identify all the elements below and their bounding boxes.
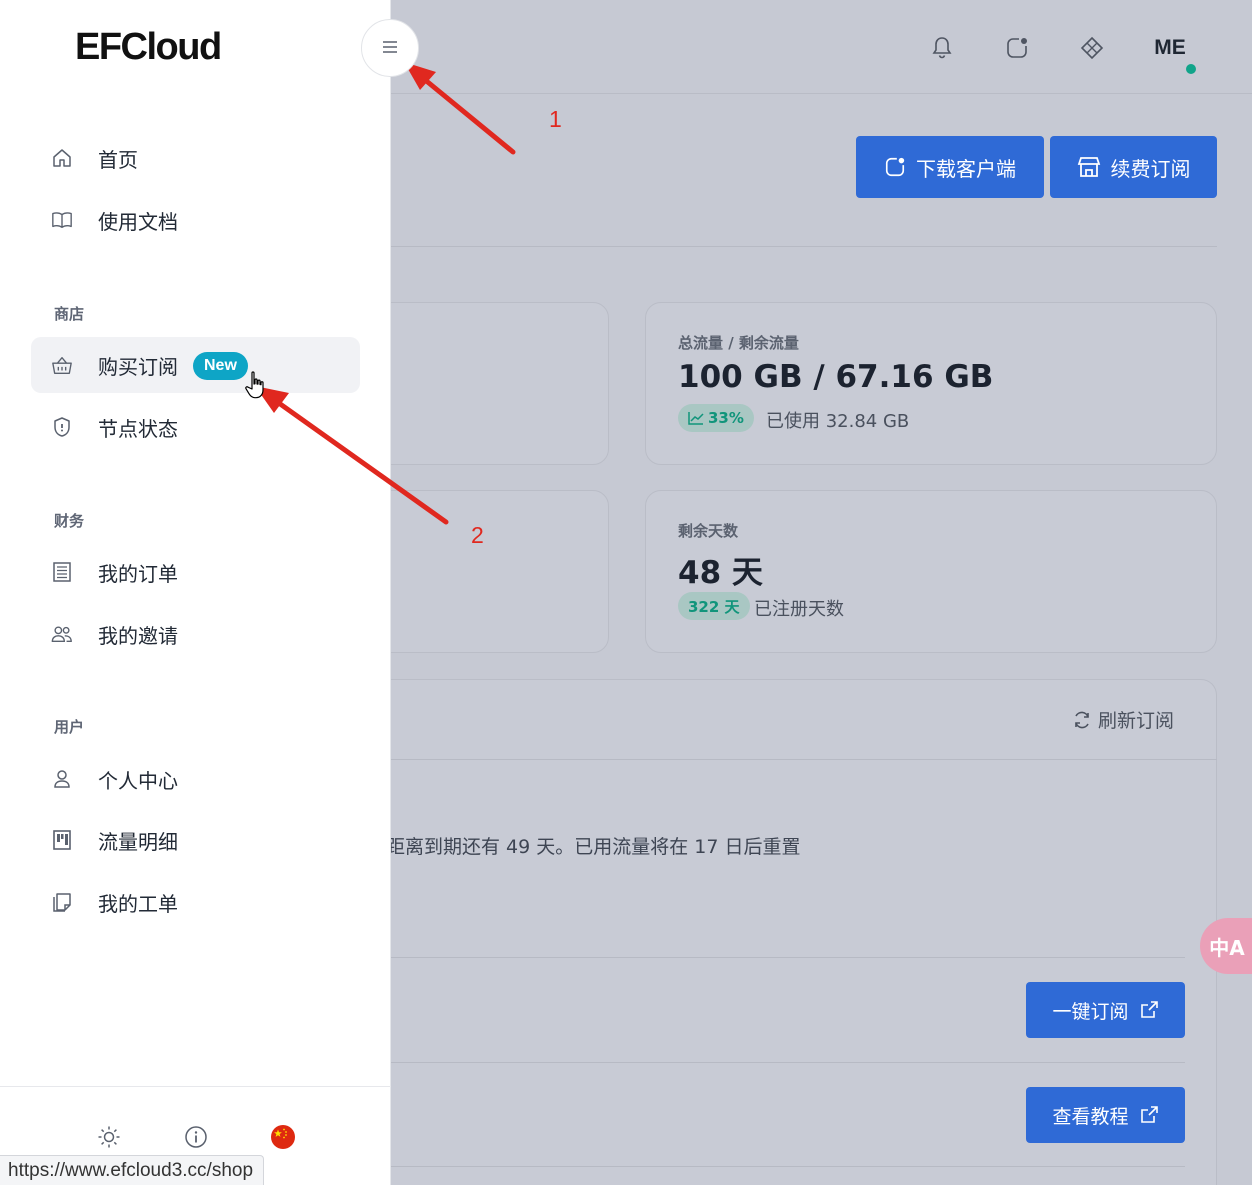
traffic-used: 已使用 32.84 GB <box>766 411 910 432</box>
sidebar-item-my-invites[interactable]: 我的邀请 <box>31 606 360 662</box>
basket-icon <box>51 354 73 376</box>
sidebar-item-home[interactable]: 首页 <box>31 130 360 186</box>
sidebar-item-label: 使用文档 <box>98 210 178 234</box>
sidebar-item-node-status[interactable]: 节点状态 <box>31 399 360 455</box>
ticket-icon <box>51 891 73 913</box>
status-bar-url: https://www.efcloud3.cc/shop <box>0 1155 265 1185</box>
download-client-button[interactable]: 下载客户端 <box>856 136 1044 198</box>
section-title-store: 商店 <box>54 305 85 323</box>
tutorial-label: 查看教程 <box>1052 1105 1129 1128</box>
panel-divider <box>391 957 1185 958</box>
sidebar-item-label: 首页 <box>98 148 138 172</box>
usage-percent: 33% <box>708 409 744 427</box>
receipt-icon <box>51 561 73 583</box>
days-value: 48 天 <box>678 555 763 591</box>
divider <box>391 246 1217 247</box>
refresh-icon <box>1075 711 1089 728</box>
traffic-value: 100 GB / 67.16 GB <box>678 359 994 395</box>
online-status-dot <box>1184 62 1198 76</box>
traffic-card: 总流量 / 剩余流量 100 GB / 67.16 GB 33% 已使用 32.… <box>645 302 1217 465</box>
sidebar: EFCloud 首页 使用文档 商店 购买订阅 New 节点状态 财务 我的订单 <box>0 0 391 1185</box>
download-client-label: 下载客户端 <box>916 156 1016 181</box>
one-click-label: 一键订阅 <box>1052 1000 1129 1023</box>
stat-card-partial <box>370 302 609 465</box>
sidebar-item-buy-subscription[interactable]: 购买订阅 New <box>31 337 360 393</box>
book-icon <box>51 209 73 231</box>
store-icon <box>1077 157 1100 177</box>
external-link-icon <box>1140 1001 1158 1018</box>
sidebar-item-traffic-details[interactable]: 流量明细 <box>31 812 360 868</box>
translate-button[interactable]: 中A <box>1200 918 1252 974</box>
sidebar-footer-divider <box>0 1086 391 1087</box>
china-flag-icon[interactable] <box>270 1124 296 1150</box>
home-icon <box>51 147 73 169</box>
external-link-icon <box>1140 1106 1158 1123</box>
renew-subscription-button[interactable]: 续费订阅 <box>1050 136 1217 198</box>
sidebar-item-my-orders[interactable]: 我的订单 <box>31 544 360 600</box>
sun-icon[interactable] <box>96 1124 122 1150</box>
panel-divider <box>391 1062 1185 1063</box>
refresh-label: 刷新订阅 <box>1098 710 1175 732</box>
info-icon[interactable] <box>183 1124 209 1150</box>
hamburger-icon <box>381 39 399 58</box>
days-card: 剩余天数 48 天 322 天 已注册天数 <box>645 490 1217 653</box>
sidebar-item-label: 购买订阅 <box>98 355 178 379</box>
refresh-subscription-button[interactable]: 刷新订阅 <box>1072 706 1174 733</box>
panel-divider <box>391 759 1217 760</box>
sidebar-item-profile[interactable]: 个人中心 <box>31 751 360 807</box>
trend-icon <box>688 412 704 425</box>
logo[interactable]: EFCloud <box>75 26 222 69</box>
sidebar-item-label: 个人中心 <box>98 769 178 793</box>
renew-subscription-label: 续费订阅 <box>1110 156 1191 181</box>
hand-cursor-icon <box>245 371 264 399</box>
registered-days-badge: 322 天 <box>678 592 750 620</box>
traffic-label: 总流量 / 剩余流量 <box>678 334 799 352</box>
sidebar-item-label: 我的订单 <box>98 562 178 586</box>
annotation-label-2: 2 <box>471 522 484 548</box>
sidebar-item-label: 我的工单 <box>98 892 178 916</box>
app-download-icon <box>885 157 905 177</box>
one-click-subscribe-button[interactable]: 一键订阅 <box>1026 982 1185 1038</box>
annotation-label-1: 1 <box>549 106 562 132</box>
sidebar-item-my-tickets[interactable]: 我的工单 <box>31 874 360 930</box>
users-icon <box>51 623 73 645</box>
sidebar-item-label: 节点状态 <box>98 417 178 441</box>
bell-icon[interactable] <box>927 33 957 63</box>
panel-divider <box>391 1166 1185 1167</box>
app-download-icon[interactable] <box>1002 33 1032 63</box>
diamond-icon[interactable] <box>1077 33 1107 63</box>
days-label: 剩余天数 <box>678 522 739 540</box>
avatar[interactable]: ME <box>1146 30 1194 66</box>
sidebar-item-docs[interactable]: 使用文档 <box>31 192 360 248</box>
usage-percent-badge: 33% <box>678 404 754 432</box>
sidebar-item-label: 流量明细 <box>98 830 178 854</box>
new-badge: New <box>193 352 248 380</box>
expiry-info: 距离到期还有 49 天。已用流量将在 17 日后重置 <box>386 836 801 858</box>
user-icon <box>51 768 73 790</box>
registered-days-label: 已注册天数 <box>754 599 844 620</box>
registered-days: 322 天 <box>688 597 740 616</box>
menu-toggle-button[interactable] <box>361 19 419 77</box>
sidebar-item-label: 我的邀请 <box>98 624 178 648</box>
translate-icon: 中A <box>1209 935 1245 960</box>
view-tutorial-button[interactable]: 查看教程 <box>1026 1087 1185 1143</box>
section-title-user: 用户 <box>54 718 85 736</box>
chart-icon <box>51 829 73 851</box>
stat-card-partial <box>370 490 609 653</box>
shield-icon <box>51 416 73 438</box>
section-title-finance: 财务 <box>54 512 85 530</box>
